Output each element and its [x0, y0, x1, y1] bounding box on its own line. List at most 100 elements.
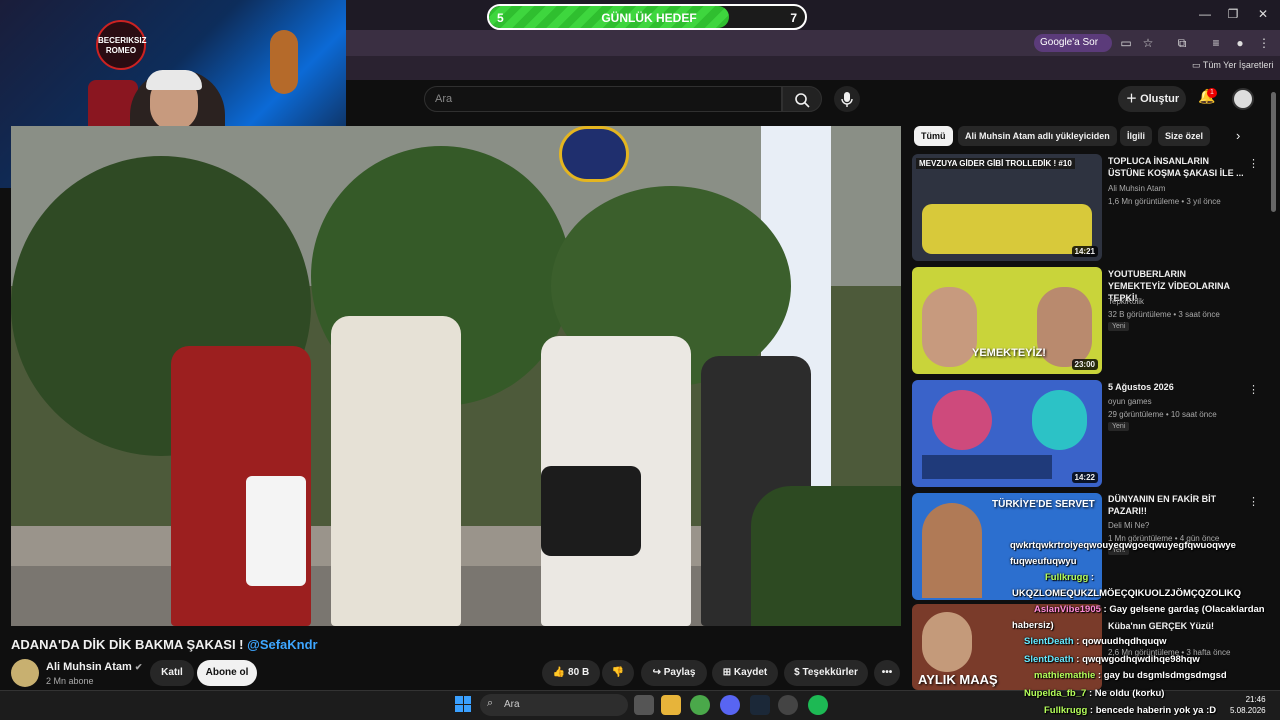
bookmarks-bar [346, 56, 1280, 80]
chrome-icon[interactable] [690, 695, 710, 715]
create-label: Oluştur [1140, 93, 1180, 105]
rec-meta: 29 görüntüleme • 10 saat önce [1108, 410, 1217, 419]
chip-related[interactable]: İlgili [1120, 126, 1152, 146]
chip-for-you[interactable]: Size özel [1158, 126, 1211, 146]
create-button[interactable]: ＋ Oluştur [1118, 86, 1186, 112]
chat-message: qwkrtqwkrtroiyeqwouyeqwgoeqwuyegfqwuoqwy… [1010, 540, 1236, 551]
video-player[interactable] [11, 126, 901, 626]
rec-duration: 14:22 [1071, 472, 1098, 483]
all-bookmarks-label: Tüm Yer İşaretleri [1202, 60, 1274, 70]
rec-duration: 23:00 [1071, 359, 1098, 370]
daily-goal-bar: 5 GÜNLÜK HEDEF 7 [487, 4, 807, 30]
rec-channel[interactable]: Deli Mi Ne? [1108, 521, 1149, 530]
channel-name[interactable]: Ali Muhsin Atam ✔ [46, 661, 142, 673]
obs-icon[interactable] [778, 695, 798, 715]
chat-message: Fullkrugg : [1045, 572, 1094, 583]
search-input[interactable]: Ara [424, 86, 782, 112]
channel-name-text: Ali Muhsin Atam [46, 661, 132, 673]
video-shoulder-bag [541, 466, 641, 556]
goal-start-value: 5 [497, 11, 504, 25]
google-ask-button[interactable]: Google'a Sor [1034, 34, 1112, 52]
chat-message: UKQZLOMEQUKZLMÖEÇQIKUOLZJÖMÇQZOLIKQ [1012, 588, 1241, 599]
menu-icon[interactable]: ⋮ [1256, 35, 1272, 51]
chip-all[interactable]: Tümü [914, 126, 953, 146]
rec-thumbnail[interactable]: YEMEKTEYİZ! 23:00 [912, 267, 1102, 374]
steam-icon[interactable] [750, 695, 770, 715]
rec-thumb-character [1032, 390, 1087, 450]
bookmark-star-icon[interactable]: ☆ [1140, 35, 1156, 51]
rec-thumb-text: AYLIK MAAŞ [918, 672, 998, 687]
like-count: 80 B [568, 667, 590, 678]
thanks-label: Teşekkürler [802, 667, 858, 678]
rec-channel[interactable]: oyun games [1108, 397, 1152, 406]
rec-title[interactable]: 5 Ağustos 2026 [1108, 381, 1244, 393]
rec-thumb-character [932, 390, 992, 450]
more-actions-button[interactable]: ••• [874, 660, 900, 686]
sidebar-scrollbar[interactable] [1271, 92, 1276, 212]
rec-kebab-icon[interactable]: ⋮ [1248, 383, 1259, 396]
subscribe-button[interactable]: Abone ol [197, 660, 257, 686]
video-plastic-bag [246, 476, 306, 586]
discord-icon[interactable] [720, 695, 740, 715]
goal-label: GÜNLÜK HEDEF [601, 11, 697, 25]
thanks-button[interactable]: $ Teşekkürler [784, 660, 868, 686]
close-window-button[interactable]: ✕ [1254, 6, 1272, 22]
rec-channel[interactable]: Ali Muhsin Atam [1108, 184, 1165, 193]
plus-icon: ＋ [1126, 93, 1141, 105]
chat-text: qwkrtqwkrtroiyeqwouyeqwgoeqwuyegfqwuoqwy… [1010, 540, 1236, 551]
rec-kebab-icon[interactable]: ⋮ [1248, 495, 1259, 508]
task-view-icon[interactable] [634, 695, 654, 715]
taskbar-search-icon: ⌕ [487, 697, 494, 709]
taskbar-search[interactable]: Ara [480, 694, 628, 716]
chevron-right-icon[interactable]: › [1236, 128, 1240, 143]
all-bookmarks-link[interactable]: ▭ Tüm Yer İşaretleri [1192, 60, 1273, 71]
rec-thumb-crowd [922, 204, 1092, 254]
join-button[interactable]: Katıl [150, 660, 194, 686]
reading-list-icon[interactable]: ≡ [1208, 35, 1224, 51]
save-icon: ⊞ [722, 667, 734, 678]
file-explorer-icon[interactable] [661, 695, 681, 715]
dislike-button[interactable]: 👎 [602, 660, 634, 686]
rec-title[interactable]: Küba'nın GERÇEK Yüzü! [1108, 620, 1244, 632]
start-menu-icon[interactable] [455, 696, 471, 712]
rec-title[interactable]: DÜNYANIN EN FAKİR BİT PAZARI!! [1108, 493, 1244, 517]
rec-thumbnail[interactable]: 14:22 [912, 380, 1102, 487]
share-button[interactable]: ↪ Paylaş [641, 660, 707, 686]
rec-kebab-icon[interactable]: ⋮ [1248, 157, 1259, 170]
chat-text: fuqweufuqwyu [1010, 556, 1077, 567]
share-icon: ↪ [652, 667, 664, 678]
save-button[interactable]: ⊞ Kaydet [712, 660, 778, 686]
voice-search-button[interactable] [834, 86, 860, 112]
rec-thumb-person [922, 612, 972, 672]
thumbs-down-icon: 👎 [611, 667, 625, 678]
search-icon [795, 93, 810, 108]
video-title: ADANA'DA DİK DİK BAKMA ŞAKASI ! @SefaKnd… [11, 637, 318, 652]
search-button[interactable] [782, 86, 822, 112]
rec-title[interactable]: TOPLUCA İNSANLARIN ÜSTÜNE KOŞMA ŞAKASI İ… [1108, 155, 1244, 179]
chat-message: habersiz) [1012, 620, 1054, 631]
chip-from-uploader[interactable]: Ali Muhsin Atam adlı yükleyiciden [958, 126, 1117, 146]
chat-username: AslanVibe1905 [1034, 604, 1101, 615]
chat-message: mathiemathie : gay bu dsgmlsdmgsdmgsd [1034, 670, 1227, 681]
video-sign-logo [559, 126, 629, 182]
like-button[interactable]: 👍 80 B [542, 660, 600, 686]
account-avatar[interactable] [1232, 88, 1254, 110]
maximize-button[interactable]: ❐ [1224, 6, 1242, 22]
chat-username: Fullkrugg [1045, 572, 1089, 583]
extensions-icon[interactable]: ⧉ [1174, 35, 1190, 51]
chat-text: : bencede haberin yok ya :D [1089, 705, 1217, 716]
chat-message: SlentDeath : qwqwgodhqwdihqe98hqw [1024, 654, 1200, 665]
taskbar-clock[interactable]: 21:46 5.08.2026 [1230, 694, 1266, 716]
channel-avatar[interactable] [11, 659, 39, 687]
share-label: Paylaş [663, 667, 696, 678]
chat-text: : Ne oldu (korku) [1088, 688, 1165, 699]
video-person [331, 316, 461, 626]
minimize-button[interactable]: — [1196, 6, 1214, 22]
chat-username: SlentDeath [1024, 636, 1074, 647]
video-title-mention-link[interactable]: @SefaKndr [247, 637, 317, 652]
profile-icon[interactable]: ● [1232, 35, 1248, 51]
rec-thumbnail[interactable]: MEVZUYA GİDER GİBİ TROLLEDİK ! #10 14:21 [912, 154, 1102, 261]
cast-icon[interactable]: ▭ [1118, 35, 1134, 51]
rec-channel[interactable]: TepkiKolik [1108, 297, 1144, 306]
spotify-icon[interactable] [808, 695, 828, 715]
